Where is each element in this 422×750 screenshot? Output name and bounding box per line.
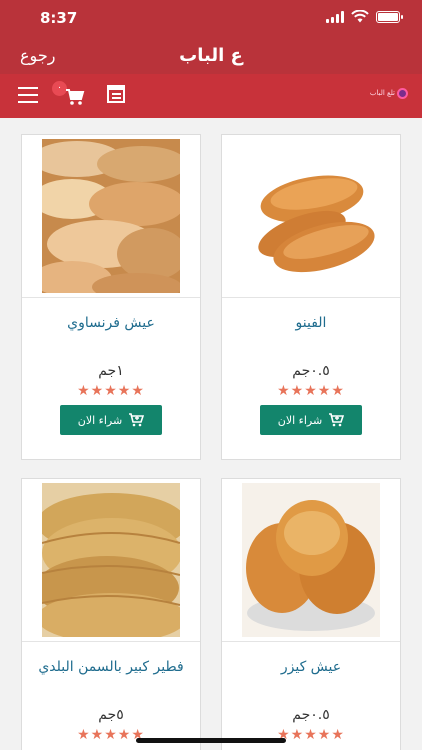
rating-stars: ★★★★★ [77,383,145,399]
feteer-pastry-photo [42,483,180,637]
product-name: فطير كبير بالسمن البلدي [38,659,184,675]
product-price: ٠.٥جم [292,707,330,723]
product-price: ٠.٥جم [292,363,330,379]
product-card[interactable]: الفينو ٠.٥جم ★★★★★ شراء الان [221,134,401,460]
signal-icon [326,10,344,23]
bread-rolls-photo [42,139,180,293]
status-time: 8:37 [40,9,78,27]
wifi-icon [351,10,369,23]
buy-label: شراء الان [77,413,123,427]
add-to-cart-icon [329,413,345,427]
buy-label: شراء الان [277,413,323,427]
product-price: ٥جم [98,707,124,723]
product-name: عيش فرنساوي [67,315,155,331]
orders-icon[interactable] [107,85,125,103]
logo-text: تلع الباب [369,89,395,97]
product-card[interactable]: فطير كبير بالسمن البلدي ٥جم ★★★★★ [21,478,201,750]
toolbar: ٠ تلع الباب [0,74,422,118]
menu-icon[interactable] [18,87,38,103]
brand-logo: تلع الباب [370,88,408,99]
app-screen: 8:37 رجوع ع الباب ٠ تلع الباب عيش فرنساو… [0,0,422,750]
battery-icon [376,10,403,23]
kaiser-roll-photo [242,483,380,637]
buy-now-button[interactable]: شراء الان [60,405,162,435]
status-icons [326,10,403,23]
fino-bread-photo [242,139,380,293]
header: 8:37 رجوع ع الباب [0,0,422,74]
product-price: ١جم [98,363,124,379]
rating-stars: ★★★★★ [277,383,345,399]
home-indicator[interactable] [136,738,286,743]
buy-now-button[interactable]: شراء الان [260,405,362,435]
cart-button[interactable]: ٠ [52,81,89,110]
product-name: الفينو [295,315,327,331]
add-to-cart-icon [129,413,145,427]
status-bar: 8:37 [0,0,422,36]
product-card[interactable]: عيش فرنساوي ١جم ★★★★★ شراء الان [21,134,201,460]
product-card[interactable]: عيش كيزر ٠.٥جم ★★★★★ [221,478,401,750]
page-title: ع الباب [179,45,243,66]
product-name: عيش كيزر [280,659,342,675]
cart-icon [66,89,85,105]
logo-mark-icon [397,88,408,99]
